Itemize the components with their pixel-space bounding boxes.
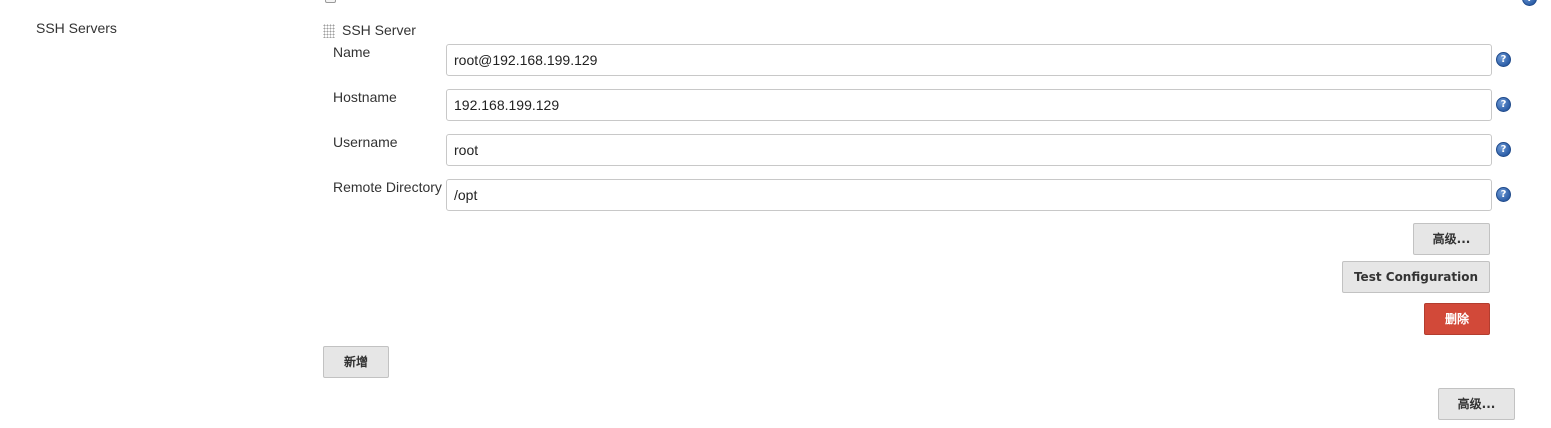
name-help-icon[interactable]: ? bbox=[1496, 52, 1511, 67]
help-icon[interactable]: ? bbox=[1522, 0, 1537, 6]
name-label: Name bbox=[333, 44, 371, 60]
remote-directory-label: Remote Directory bbox=[333, 179, 442, 195]
add-button[interactable]: 新增 bbox=[323, 346, 389, 378]
username-label: Username bbox=[333, 134, 398, 150]
remote-directory-input[interactable] bbox=[446, 179, 1492, 211]
remote-directory-help-icon[interactable]: ? bbox=[1496, 187, 1511, 202]
hostname-help-icon[interactable]: ? bbox=[1496, 97, 1511, 112]
hostname-label: Hostname bbox=[333, 89, 397, 105]
delete-button[interactable]: 删除 bbox=[1424, 303, 1490, 335]
test-configuration-button[interactable]: Test Configuration bbox=[1342, 261, 1490, 293]
username-input[interactable] bbox=[446, 134, 1492, 166]
top-checkbox[interactable] bbox=[325, 0, 336, 3]
drag-handle-icon[interactable] bbox=[323, 24, 335, 38]
name-input[interactable] bbox=[446, 44, 1492, 76]
advanced-bottom-button[interactable]: 高级... bbox=[1438, 388, 1515, 420]
hostname-input[interactable] bbox=[446, 89, 1492, 121]
advanced-button[interactable]: 高级... bbox=[1413, 223, 1490, 255]
server-title: SSH Server bbox=[342, 22, 416, 38]
section-label: SSH Servers bbox=[36, 20, 117, 36]
username-help-icon[interactable]: ? bbox=[1496, 142, 1511, 157]
